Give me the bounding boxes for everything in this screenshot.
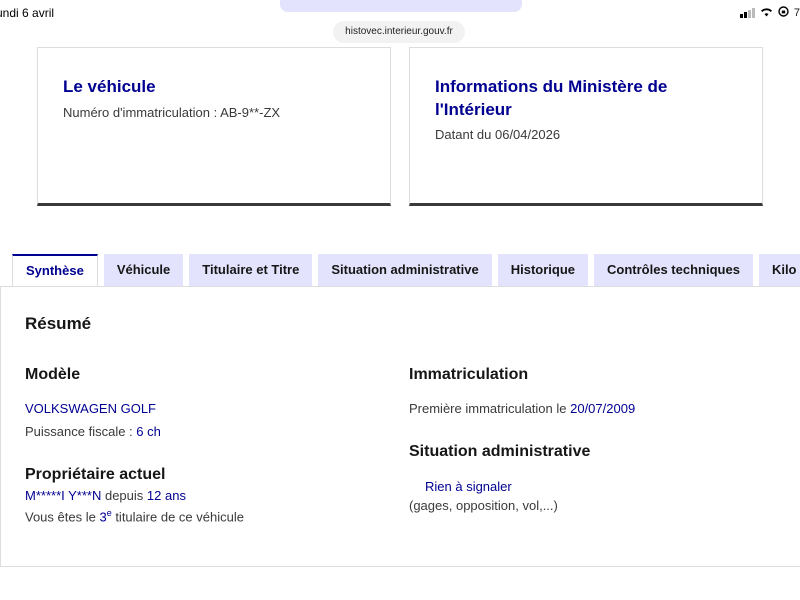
- wifi-icon: [760, 7, 773, 20]
- signal-icon: [739, 8, 755, 18]
- fiscal-power-value: 6 ch: [136, 424, 161, 439]
- fiscal-power-label: Puissance fiscale :: [25, 424, 137, 439]
- admin-details: (gages, opposition, vol,...): [409, 498, 558, 513]
- tab-kilometrage[interactable]: Kilo: [758, 254, 800, 286]
- ministry-card-title: Informations du Ministère de l'Intérieur: [435, 77, 668, 119]
- fiscal-power: Puissance fiscale : 6 ch: [25, 424, 161, 439]
- admin-status-link[interactable]: Rien à signaler: [425, 479, 512, 494]
- report-tabs: Synthèse Véhicule Titulaire et Titre Sit…: [12, 254, 800, 287]
- admin-heading: Situation administrative: [409, 443, 591, 460]
- summary-heading: Résumé: [25, 314, 92, 333]
- owner-line: M*****I Y***N depuis 12 ans: [25, 488, 186, 503]
- first-registration-label: Première immatriculation le: [409, 401, 571, 416]
- tab-titulaire-et-titre[interactable]: Titulaire et Titre: [189, 254, 313, 286]
- vehicle-card: Le véhicule Numéro d'immatriculation : A…: [37, 47, 391, 206]
- tab-situation-administrative[interactable]: Situation administrative: [318, 254, 492, 286]
- plate-number: Numéro d'immatriculation : AB-9**-ZX: [63, 105, 281, 120]
- top-pill: [280, 0, 522, 12]
- tab-controles-techniques[interactable]: Contrôles techniques: [594, 254, 753, 286]
- tab-synthese[interactable]: Synthèse: [12, 254, 98, 287]
- model-name: VOLKSWAGEN GOLF: [25, 401, 156, 416]
- tab-historique[interactable]: Historique: [497, 254, 589, 286]
- rotation-lock-icon: [778, 6, 789, 20]
- owner-heading: Propriétaire actuel: [25, 466, 166, 483]
- owner-rank-suffix: titulaire de ce véhicule: [111, 509, 244, 525]
- tab-vehicule[interactable]: Véhicule: [103, 254, 184, 286]
- battery-level: 7: [793, 7, 800, 19]
- owner-rank-prefix: Vous êtes le: [25, 509, 100, 525]
- registration-heading: Immatriculation: [409, 366, 529, 383]
- model-heading: Modèle: [25, 366, 81, 383]
- url-bar[interactable]: histovec.interieur.gouv.fr: [333, 21, 465, 43]
- first-registration: Première immatriculation le 20/07/2009: [409, 401, 635, 416]
- status-time: undi 6 avril: [0, 6, 55, 20]
- owner-since-label: depuis: [101, 488, 147, 503]
- owner-rank-number: 3: [99, 509, 107, 525]
- owner-since-value: 12 ans: [146, 488, 186, 503]
- ministry-card: Informations du Ministère de l'Intérieur…: [409, 47, 763, 206]
- data-date: Datant du 06/04/2026: [435, 127, 561, 142]
- first-registration-date: 20/07/2009: [570, 401, 636, 416]
- vehicle-card-title: Le véhicule: [63, 77, 156, 96]
- owner-name: M*****I Y***N: [25, 488, 102, 503]
- owner-rank: Vous êtes le 3e titulaire de ce véhicule: [25, 508, 244, 524]
- status-icons: 7: [739, 6, 800, 20]
